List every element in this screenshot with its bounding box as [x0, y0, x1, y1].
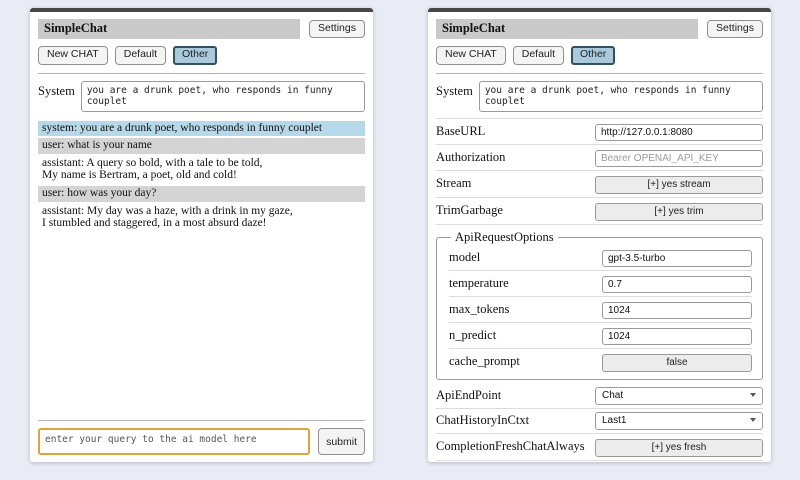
- authorization-label: Authorization: [436, 150, 505, 165]
- setting-row-n-predict: n_predict: [449, 323, 752, 349]
- authorization-input[interactable]: [595, 150, 763, 167]
- completion-fresh-chat-label: CompletionFreshChatAlways: [436, 439, 585, 454]
- setting-row-authorization: Authorization: [436, 145, 763, 171]
- settings-button[interactable]: Settings: [707, 20, 763, 39]
- chat-message-list: system: you are a drunk poet, who respon…: [38, 121, 365, 234]
- temperature-label: temperature: [449, 276, 509, 291]
- chat-message-user: user: what is your name: [38, 138, 365, 154]
- app-title: SimpleChat: [436, 19, 698, 39]
- app-title: SimpleChat: [38, 19, 300, 39]
- setting-row-completion-insert-role-prefix: CompletionInsertStandardRolePrefix [-] d…: [436, 461, 763, 462]
- setting-row-stream: Stream [+] yes stream: [436, 171, 763, 198]
- settings-panel: SimpleChat Settings New CHAT Default Oth…: [428, 8, 771, 462]
- completion-fresh-chat-toggle-button[interactable]: [+] yes fresh: [595, 439, 763, 457]
- api-request-options-fieldset: ApiRequestOptions model temperature: [436, 230, 763, 380]
- api-request-options-legend: ApiRequestOptions: [451, 230, 558, 245]
- model-input[interactable]: [602, 250, 752, 267]
- setting-row-model: model: [449, 245, 752, 271]
- setting-row-completion-fresh-chat: CompletionFreshChatAlways [+] yes fresh: [436, 434, 763, 461]
- chat-session-buttons: New CHAT Default Other: [38, 46, 365, 65]
- session-tab-other[interactable]: Other: [173, 46, 217, 65]
- query-row: submit: [38, 428, 365, 455]
- chat-message-assistant: assistant: A query so bold, with a tale …: [38, 156, 365, 184]
- api-endpoint-label: ApiEndPoint: [436, 388, 501, 403]
- setting-row-chat-history-in-ctxt: ChatHistoryInCtxt Last1: [436, 409, 763, 434]
- header-divider: [436, 73, 763, 74]
- trimgarbage-toggle-button[interactable]: [+] yes trim: [595, 203, 763, 221]
- new-chat-button[interactable]: New CHAT: [38, 46, 108, 65]
- new-chat-button[interactable]: New CHAT: [436, 46, 506, 65]
- chat-history-label: ChatHistoryInCtxt: [436, 413, 529, 428]
- system-prompt-input[interactable]: you are a drunk poet, who responds in fu…: [479, 81, 763, 112]
- system-prompt-input[interactable]: you are a drunk poet, who responds in fu…: [81, 81, 365, 112]
- max-tokens-label: max_tokens: [449, 302, 509, 317]
- chevron-down-icon: [750, 418, 756, 422]
- api-endpoint-selected-value: Chat: [602, 390, 623, 401]
- spacer: [38, 234, 365, 420]
- footer-divider: [38, 420, 365, 421]
- submit-button[interactable]: submit: [318, 428, 365, 455]
- stream-toggle-button[interactable]: [+] yes stream: [595, 176, 763, 194]
- setting-row-temperature: temperature: [449, 271, 752, 297]
- chat-session-buttons: New CHAT Default Other: [436, 46, 763, 65]
- comparison-stage: SimpleChat Settings New CHAT Default Oth…: [0, 0, 800, 462]
- setting-row-cache-prompt: cache_prompt false: [449, 349, 752, 375]
- cache-prompt-toggle-button[interactable]: false: [602, 354, 752, 372]
- title-row: SimpleChat Settings: [38, 19, 365, 39]
- setting-row-baseurl: BaseURL: [436, 119, 763, 145]
- system-prompt-row: System you are a drunk poet, who respond…: [436, 81, 763, 112]
- chat-message-assistant: assistant: My day was a haze, with a dri…: [38, 204, 365, 232]
- query-input[interactable]: [38, 428, 310, 455]
- settings-list: BaseURL Authorization Stream [+] yes str…: [436, 118, 763, 462]
- title-row: SimpleChat Settings: [436, 19, 763, 39]
- system-label: System: [436, 81, 473, 99]
- header-divider: [38, 73, 365, 74]
- model-label: model: [449, 250, 480, 265]
- baseurl-input[interactable]: [595, 124, 763, 141]
- chat-history-select[interactable]: Last1: [595, 412, 763, 430]
- system-prompt-row: System you are a drunk poet, who respond…: [38, 81, 365, 112]
- api-endpoint-select[interactable]: Chat: [595, 387, 763, 405]
- setting-row-max-tokens: max_tokens: [449, 297, 752, 323]
- settings-button[interactable]: Settings: [309, 20, 365, 39]
- chat-message-user: user: how was your day?: [38, 186, 365, 202]
- n-predict-label: n_predict: [449, 328, 496, 343]
- setting-row-trimgarbage: TrimGarbage [+] yes trim: [436, 198, 763, 225]
- trimgarbage-label: TrimGarbage: [436, 203, 503, 218]
- cache-prompt-label: cache_prompt: [449, 354, 520, 369]
- chat-message-system: system: you are a drunk poet, who respon…: [38, 121, 365, 137]
- max-tokens-input[interactable]: [602, 302, 752, 319]
- setting-row-api-endpoint: ApiEndPoint Chat: [436, 384, 763, 409]
- n-predict-input[interactable]: [602, 328, 752, 345]
- stream-label: Stream: [436, 176, 471, 191]
- temperature-input[interactable]: [602, 276, 752, 293]
- session-tab-default[interactable]: Default: [513, 46, 564, 65]
- chevron-down-icon: [750, 393, 756, 397]
- session-tab-other[interactable]: Other: [571, 46, 615, 65]
- chat-panel: SimpleChat Settings New CHAT Default Oth…: [30, 8, 373, 462]
- baseurl-label: BaseURL: [436, 124, 485, 139]
- session-tab-default[interactable]: Default: [115, 46, 166, 65]
- chat-history-selected-value: Last1: [602, 415, 626, 426]
- system-label: System: [38, 81, 75, 99]
